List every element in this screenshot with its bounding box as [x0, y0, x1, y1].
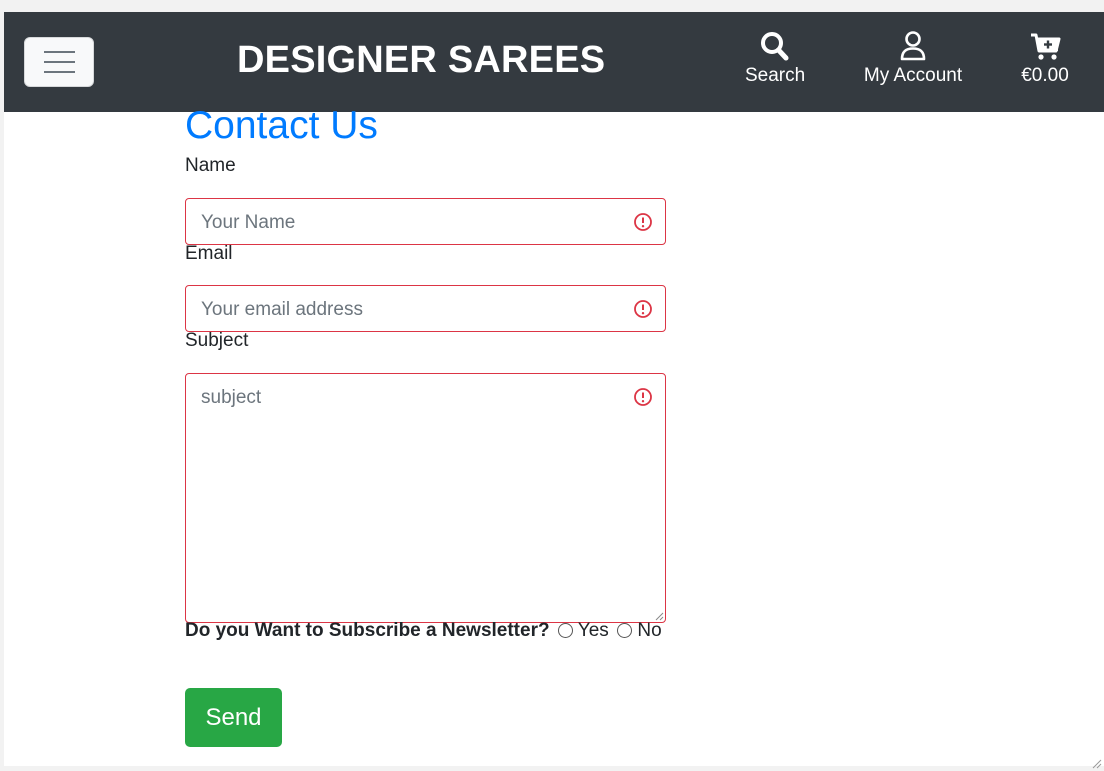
subject-label: Subject	[185, 330, 249, 351]
hamburger-icon	[44, 61, 75, 63]
newsletter-yes-radio[interactable]	[557, 623, 573, 638]
email-label: Email	[185, 243, 233, 264]
exclamation-circle-icon	[634, 388, 652, 406]
my-account-link[interactable]: My Account	[859, 30, 967, 88]
brand-logo-text[interactable]: DESIGNER SAREES	[237, 38, 605, 82]
newsletter-question: Do you Want to Subscribe a Newsletter?	[185, 620, 550, 641]
menu-toggle-button[interactable]	[24, 37, 94, 87]
exclamation-circle-icon	[634, 300, 652, 318]
hamburger-icon	[44, 51, 75, 53]
search-link[interactable]: Search	[745, 30, 805, 88]
cart-link[interactable]: €0.00	[1019, 30, 1071, 88]
name-placeholder: Your Name	[201, 212, 296, 233]
name-input[interactable]: Your Name	[185, 198, 666, 245]
subject-placeholder: subject	[201, 387, 262, 408]
hamburger-icon	[44, 71, 75, 73]
search-label: Search	[745, 65, 806, 86]
newsletter-no-radio[interactable]	[617, 623, 633, 638]
browser-frame: DESIGNER SAREES Search My Account €0.00 …	[0, 0, 1104, 771]
cart-total: €0.00	[1021, 65, 1069, 86]
exclamation-circle-icon	[634, 213, 652, 231]
my-account-label: My Account	[863, 65, 963, 86]
cart-plus-icon	[1031, 33, 1061, 60]
user-icon	[900, 31, 926, 61]
top-navbar: DESIGNER SAREES Search My Account €0.00	[4, 12, 1104, 112]
window-resize-icon[interactable]	[1090, 757, 1102, 769]
send-button[interactable]: Send	[185, 688, 282, 747]
page-title: Contact Us	[185, 104, 378, 147]
newsletter-question-row: Do you Want to Subscribe a Newsletter? Y…	[185, 619, 662, 643]
search-icon	[761, 32, 789, 61]
name-label: Name	[185, 155, 236, 176]
email-placeholder: Your email address	[201, 299, 363, 320]
newsletter-yes-label[interactable]: Yes	[578, 620, 609, 641]
page-viewport: DESIGNER SAREES Search My Account €0.00 …	[4, 12, 1104, 766]
subject-textarea[interactable]: subject	[185, 373, 666, 623]
email-input[interactable]: Your email address	[185, 285, 666, 332]
newsletter-no-label[interactable]: No	[637, 620, 661, 641]
